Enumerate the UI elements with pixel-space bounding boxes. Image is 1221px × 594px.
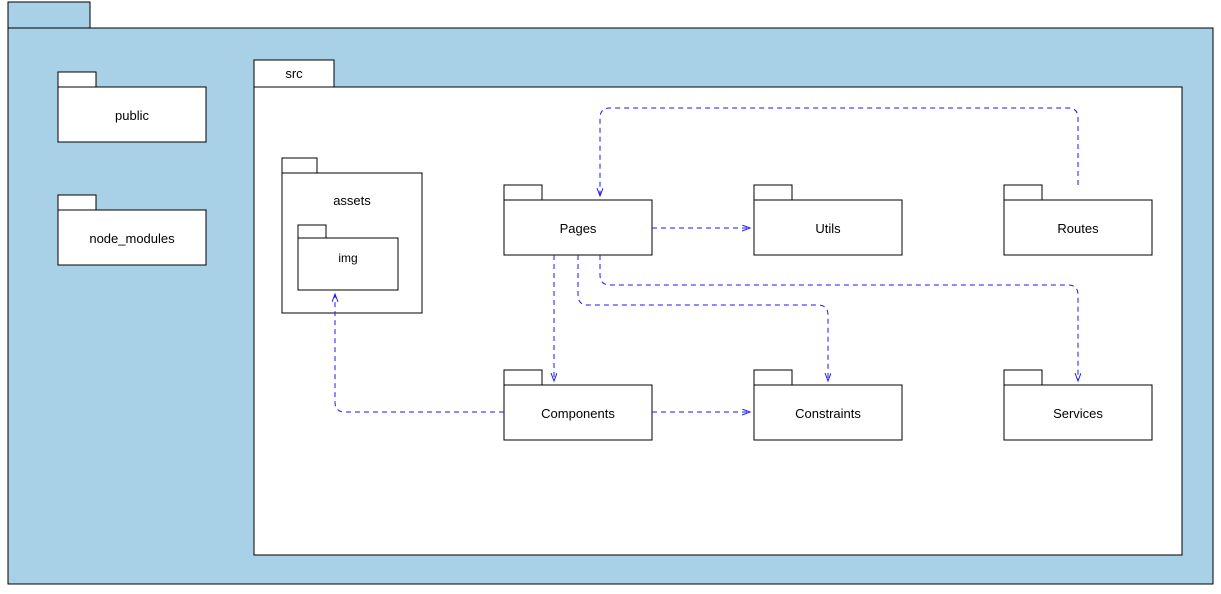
project-folder-tab: [8, 2, 90, 28]
package-assets-label: assets: [333, 193, 371, 208]
package-constraints-label: Constraints: [795, 406, 861, 421]
package-services-label: Services: [1053, 406, 1103, 421]
package-diagram: public node_modules src assets img Pages…: [0, 0, 1221, 591]
package-img-label: img: [338, 251, 357, 265]
package-routes-label: Routes: [1057, 221, 1099, 236]
package-public-label: public: [115, 108, 149, 123]
package-node-modules-label: node_modules: [89, 231, 175, 246]
package-pages-label: Pages: [560, 221, 597, 236]
package-components-label: Components: [541, 406, 615, 421]
package-utils-label: Utils: [815, 221, 841, 236]
package-src-label: src: [285, 66, 303, 81]
